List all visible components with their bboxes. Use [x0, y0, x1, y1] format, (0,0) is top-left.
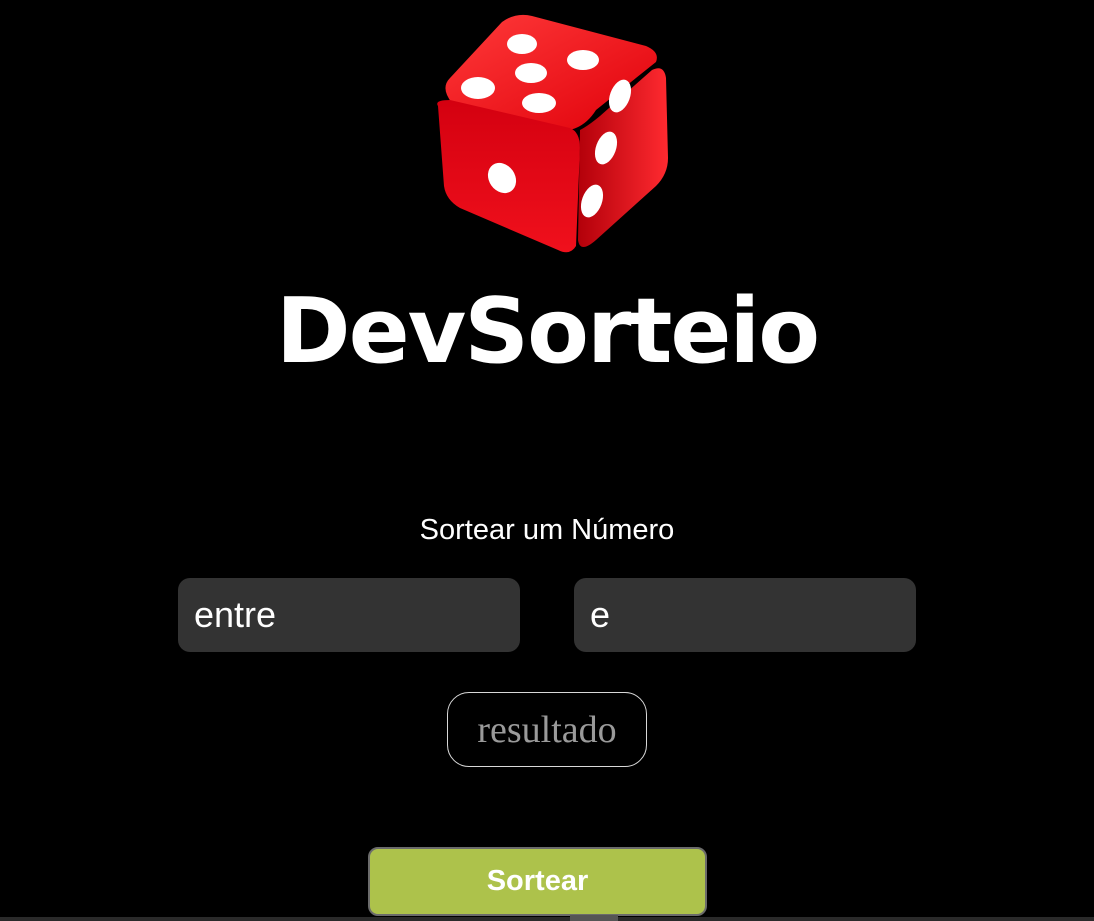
page: DevSorteio Sortear um Número resultado S…: [0, 0, 1094, 921]
page-subtitle: Sortear um Número: [419, 514, 675, 546]
bottom-scrollbar: [0, 917, 1094, 921]
app-title: DevSorteio: [275, 279, 820, 384]
result-display: resultado: [447, 692, 647, 767]
red-dice-icon: [437, 14, 668, 253]
draw-button[interactable]: Sortear: [368, 847, 707, 916]
min-number-input[interactable]: [178, 578, 520, 652]
max-number-input[interactable]: [574, 578, 916, 652]
scrollbar-thumb[interactable]: [570, 915, 618, 921]
